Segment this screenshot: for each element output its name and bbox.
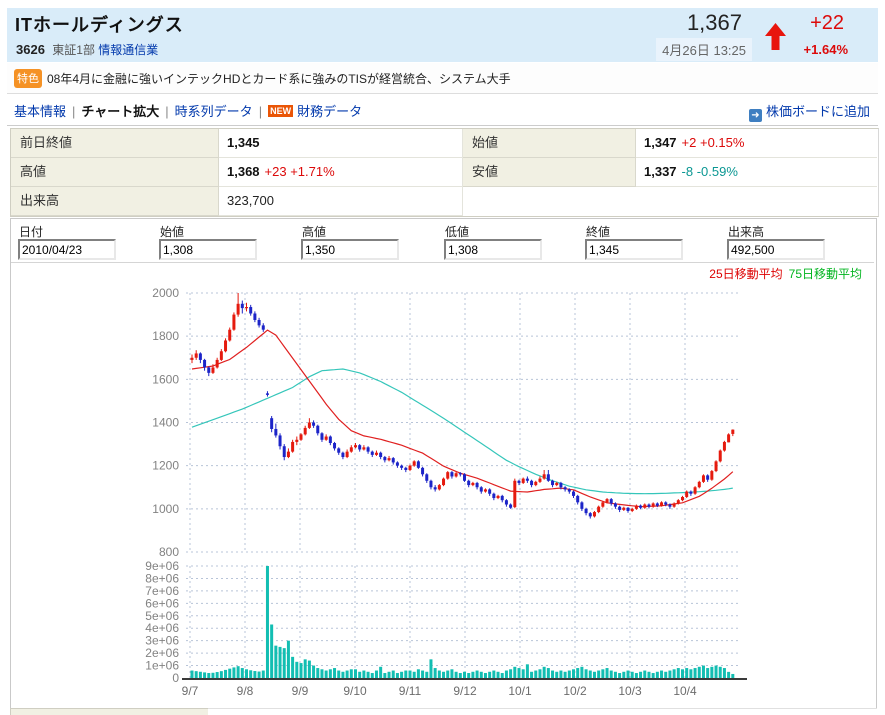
price-change: +22	[810, 12, 844, 35]
svg-text:10/4: 10/4	[673, 684, 697, 698]
separator: |	[165, 104, 168, 119]
empty-cell	[463, 187, 636, 216]
stock-market: 東証1部	[52, 43, 95, 57]
svg-text:1400: 1400	[152, 416, 179, 430]
form-label-high: 高値	[302, 223, 326, 240]
svg-text:10/2: 10/2	[563, 684, 587, 698]
summary-value: 1,347+2 +0.15%	[636, 129, 877, 158]
empty-cell	[636, 187, 877, 216]
summary-label: 出来高	[11, 187, 219, 216]
svg-text:10/3: 10/3	[618, 684, 642, 698]
summary-value: 323,700	[219, 187, 463, 216]
stock-header: ITホールディングス 3626 東証1部 情報通信業 1,367 4月26日 1…	[7, 8, 878, 62]
summary-label: 始値	[463, 129, 636, 158]
svg-text:800: 800	[159, 545, 179, 559]
svg-text:9/10: 9/10	[343, 684, 367, 698]
svg-text:1000: 1000	[152, 502, 179, 516]
arrow-right-icon: ➜	[749, 109, 762, 122]
form-label-open: 始値	[160, 223, 184, 240]
form-label-low: 低値	[445, 223, 469, 240]
close-input[interactable]	[585, 239, 683, 260]
svg-text:1800: 1800	[152, 329, 179, 343]
form-label-close: 終値	[586, 223, 610, 240]
quote-summary-table: 前日終値 1,345 始値 1,347+2 +0.15% 高値 1,368+23…	[10, 128, 879, 217]
separator: |	[259, 104, 262, 119]
svg-text:1600: 1600	[152, 372, 179, 386]
divider	[11, 262, 874, 263]
legend-ma75: 75日移動平均	[789, 267, 862, 281]
date-input[interactable]	[18, 239, 116, 260]
chart-panel: 日付 始値 高値 低値 終値 出来高 25日移動平均 75日移動平均 9/7 9/8…	[10, 218, 877, 709]
up-arrow-icon	[765, 23, 786, 55]
summary-value: 1,337-8 -0.59%	[636, 158, 877, 187]
open-input[interactable]	[159, 239, 257, 260]
stock-code: 3626	[16, 42, 45, 57]
nav-bar: 基本情報 | チャート拡大 | 時系列データ | NEW 財務データ ➜ 株価ボードに追加	[7, 94, 878, 126]
tab-time-series[interactable]: 時系列データ	[175, 104, 253, 119]
legend-ma25: 25日移動平均	[709, 267, 782, 281]
chart-legend: 25日移動平均 75日移動平均	[709, 265, 862, 282]
svg-text:9/12: 9/12	[453, 684, 477, 698]
tab-chart-expand: チャート拡大	[81, 104, 159, 119]
svg-text:1200: 1200	[152, 459, 179, 473]
feature-badge: 特色	[14, 69, 42, 88]
company-name: ITホールディングス	[15, 11, 184, 37]
change-text: +23 +1.71%	[265, 164, 335, 179]
add-to-board[interactable]: ➜ 株価ボードに追加	[749, 101, 870, 122]
change-text: -8 -0.59%	[682, 164, 738, 179]
next-table-partial	[10, 708, 209, 715]
summary-value: 1,368+23 +1.71%	[219, 158, 463, 187]
summary-label: 安値	[463, 158, 636, 187]
svg-text:9/7: 9/7	[182, 684, 199, 698]
summary-value: 1,345	[219, 129, 463, 158]
svg-text:2000: 2000	[152, 286, 179, 300]
tab-financial-data[interactable]: 財務データ	[297, 104, 362, 119]
add-to-board-link[interactable]: 株価ボードに追加	[766, 104, 870, 119]
quote-datetime: 4月26日 13:25	[656, 38, 752, 61]
current-price: 1,367	[687, 10, 742, 36]
tab-basic-info[interactable]: 基本情報	[14, 104, 66, 119]
next-table-partial-line	[208, 708, 877, 715]
sector-link[interactable]: 情報通信業	[98, 43, 158, 57]
form-label-volume: 出来高	[728, 223, 764, 240]
price-change-percent: +1.64%	[804, 42, 848, 57]
form-label-date: 日付	[19, 223, 43, 240]
high-input[interactable]	[301, 239, 399, 260]
svg-text:9/11: 9/11	[399, 684, 422, 698]
stock-subline: 3626 東証1部 情報通信業	[16, 41, 158, 58]
volume-input[interactable]	[727, 239, 825, 260]
stock-page: ITホールディングス 3626 東証1部 情報通信業 1,367 4月26日 1…	[0, 0, 885, 715]
svg-text:9/9: 9/9	[292, 684, 309, 698]
new-badge: NEW	[268, 105, 293, 117]
summary-label: 高値	[11, 158, 219, 187]
feature-text: 08年4月に金融に強いインテックHDとカード系に強みのTISが経営統合、システム…	[47, 70, 511, 87]
svg-text:10/1: 10/1	[508, 684, 532, 698]
separator: |	[72, 104, 75, 119]
svg-text:0: 0	[172, 671, 179, 685]
feature-row: 特色 08年4月に金融に強いインテックHDとカード系に強みのTISが経営統合、シ…	[7, 63, 878, 94]
price-volume-chart: 9/7 9/8 9/9 9/10 9/11 9/12 10/1 10/2 10/3 10/4 200…	[11, 281, 874, 707]
summary-label: 前日終値	[11, 129, 219, 158]
low-input[interactable]	[444, 239, 542, 260]
svg-text:9/8: 9/8	[237, 684, 254, 698]
change-text: +2 +0.15%	[682, 135, 745, 150]
